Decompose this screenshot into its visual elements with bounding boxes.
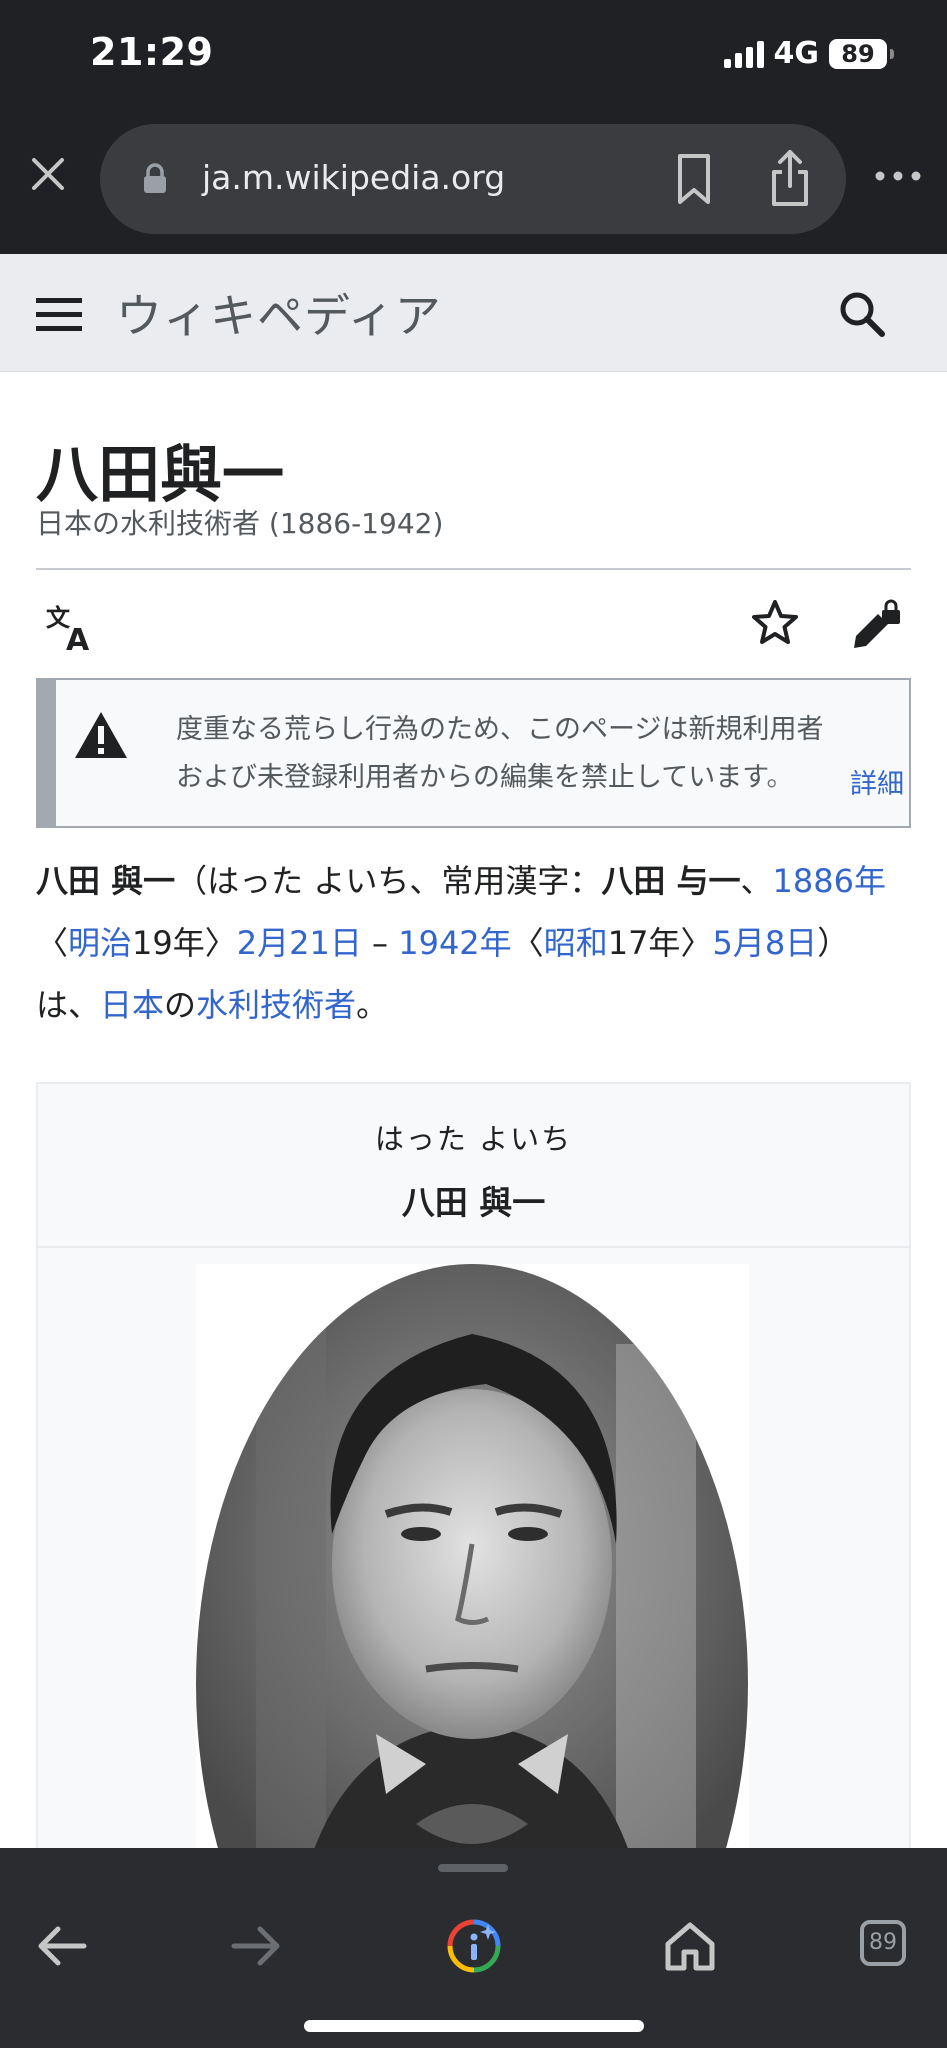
close-icon[interactable]	[26, 152, 70, 196]
signal-icon	[723, 40, 764, 68]
page-subtitle: 日本の水利技術者 (1886-1942)	[36, 507, 444, 540]
link-1886[interactable]: 1886年	[773, 862, 886, 900]
drag-handle[interactable]	[438, 1864, 508, 1872]
url-text[interactable]: ja.m.wikipedia.org	[202, 158, 505, 197]
lead-text: 〉	[204, 924, 237, 962]
infobox-kana: はった よいち	[374, 1122, 573, 1156]
forward-icon[interactable]	[226, 1916, 286, 1976]
lead-text: 〈	[511, 924, 544, 962]
lead-text: 19年	[132, 924, 205, 962]
link-showa[interactable]: 昭和	[544, 924, 608, 962]
notice-line-1: 度重なる荒らし行為のため、このページは新規利用者	[176, 714, 824, 745]
bookmark-icon[interactable]	[670, 152, 718, 206]
lead-text: 、	[740, 862, 773, 900]
browser-top-bar: 21:29 4G 89 ja.m.wikipedia.org	[0, 0, 947, 254]
infobox-divider	[38, 1246, 909, 1248]
address-bar[interactable]: ja.m.wikipedia.org	[100, 124, 846, 234]
home-indicator	[304, 2020, 644, 2032]
link-water-engineer[interactable]: 水利技術者	[196, 986, 356, 1024]
wiki-header: ウィキペディア	[0, 254, 947, 372]
status-indicators: 4G 89	[723, 36, 894, 71]
battery-icon: 89	[829, 38, 894, 69]
lead-text: –	[361, 924, 399, 962]
infobox-name: 八田 與一	[401, 1183, 546, 1222]
lock-icon	[144, 163, 166, 193]
status-time: 21:29	[90, 30, 214, 74]
lead-text: の	[164, 986, 197, 1024]
link-may-8[interactable]: 5月8日	[712, 924, 817, 962]
subject-name: 八田 與一	[36, 862, 176, 900]
protection-notice: 度重なる荒らし行為のため、このページは新規利用者 および未登録利用者からの編集を…	[36, 678, 911, 828]
link-feb-21[interactable]: 2月21日	[237, 924, 362, 962]
link-japan[interactable]: 日本	[100, 986, 164, 1024]
language-icon[interactable]: 文 A	[46, 600, 100, 654]
search-icon[interactable]	[836, 288, 888, 340]
lens-icon[interactable]	[444, 1916, 504, 1976]
divider	[36, 568, 911, 570]
tabs-icon[interactable]: 89	[860, 1920, 906, 1966]
network-label: 4G	[773, 36, 820, 71]
page-title: 八田與一	[36, 438, 285, 511]
wiki-logo[interactable]: ウィキペディア	[116, 280, 442, 346]
star-icon[interactable]	[750, 598, 800, 648]
browser-bottom-bar: 89	[0, 1848, 947, 2048]
portrait-image[interactable]	[196, 1264, 749, 1904]
edit-lock-icon[interactable]	[850, 598, 904, 652]
portrait-photo	[196, 1264, 748, 1904]
more-icon[interactable]	[874, 164, 922, 188]
lead-text: 17年	[607, 924, 681, 962]
svg-text:A: A	[66, 623, 90, 654]
menu-icon[interactable]	[36, 294, 82, 334]
lead-paragraph: 八田 與一（はった よいち、常用漢字：八田 与一、1886年〈明治19年〉2月2…	[36, 850, 911, 1036]
warning-icon	[75, 712, 127, 758]
back-icon[interactable]	[32, 1916, 92, 1976]
share-icon[interactable]	[766, 148, 814, 208]
home-icon[interactable]	[660, 1916, 720, 1976]
notice-more-link[interactable]: 詳細	[850, 762, 904, 801]
subject-alt-name: 八田 与一	[601, 862, 741, 900]
lead-text: 〉	[680, 924, 713, 962]
lead-text: （はった よいち、常用漢字：	[175, 862, 602, 900]
link-1942[interactable]: 1942年	[398, 924, 511, 962]
link-meiji[interactable]: 明治	[68, 924, 132, 962]
lead-text: 〈	[36, 924, 69, 962]
lead-text: 。	[356, 986, 389, 1024]
